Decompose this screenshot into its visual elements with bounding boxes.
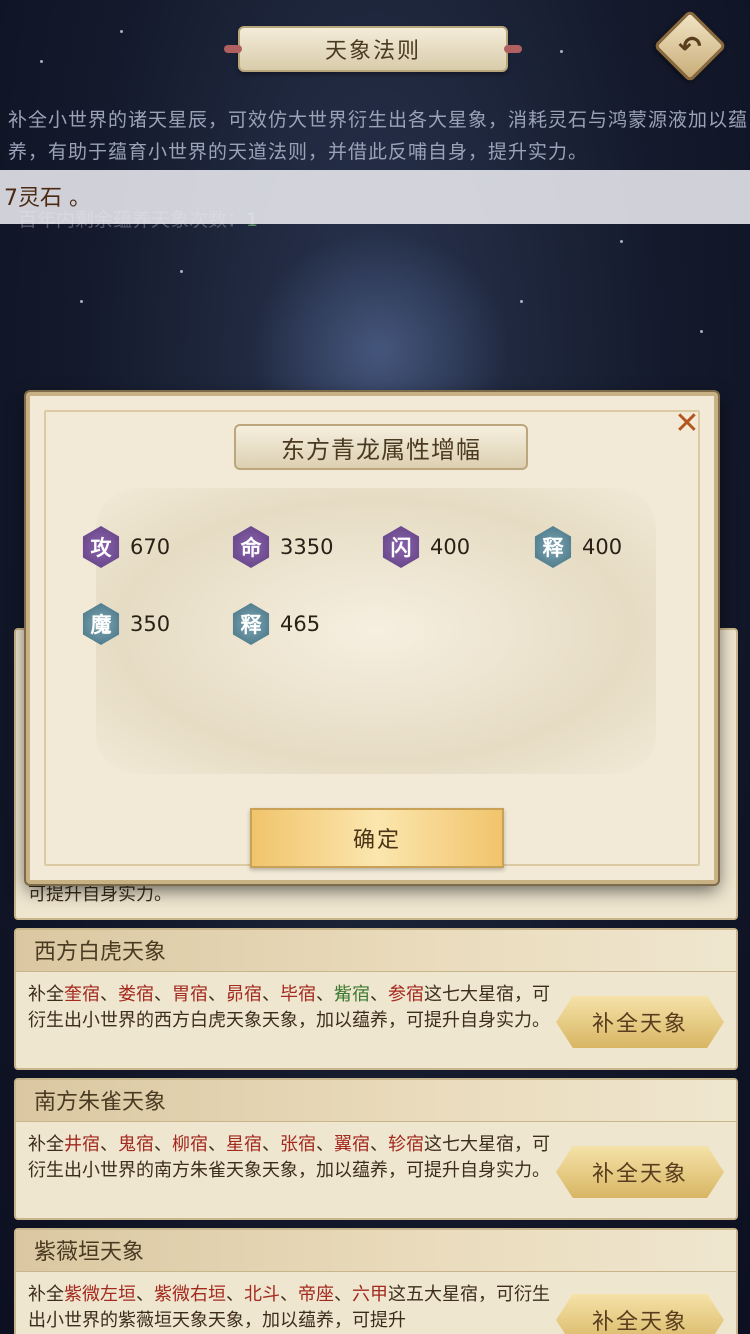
release-icon: 释 [534,526,572,568]
stat-value: 400 [430,535,471,559]
release-icon: 释 [232,603,270,645]
complete-button-ziwei[interactable]: 补全天象 [556,1294,724,1334]
stat-attack: 攻 670 [80,526,170,568]
plaque-knob-left [224,45,242,53]
card-title: 西方白虎天象 [16,930,736,972]
card-west-tiger: 西方白虎天象 补全奎宿、娄宿、胃宿、昴宿、毕宿、觜宿、参宿这七大星宿，可衍生出小… [14,928,738,1070]
tooltip-text: 7灵石 。 [4,186,91,211]
close-x-icon[interactable]: ✕ [672,406,702,441]
life-icon: 命 [232,526,270,568]
dodge-icon: 闪 [382,526,420,568]
stat-release-1: 释 400 [532,526,622,568]
stat-value: 3350 [280,535,334,559]
page-title: 天象法则 [324,39,421,64]
back-button[interactable]: ↶ [653,9,727,83]
magic-icon: 魔 [82,603,120,645]
card-description: 补全奎宿、娄宿、胃宿、昴宿、毕宿、觜宿、参宿这七大星宿，可衍生出小世界的西方白虎… [28,984,550,1031]
card-south-phoenix: 南方朱雀天象 补全井宿、鬼宿、柳宿、星宿、张宿、翼宿、轸宿这七大星宿，可衍生出小… [14,1078,738,1220]
complete-button-south[interactable]: 补全天象 [556,1146,724,1198]
stat-magic: 魔 350 [80,603,170,645]
back-arrow-icon: ↶ [678,29,702,63]
card-description: 补全井宿、鬼宿、柳宿、星宿、张宿、翼宿、轸宿这七大星宿，可衍生出小世界的南方朱雀… [28,1134,550,1181]
card-ziwei: 紫薇垣天象 补全紫微左垣、紫微右垣、北斗、帝座、六甲这五大星宿，可衍生出小世界的… [14,1228,738,1334]
stat-value: 465 [280,612,321,636]
stat-release-2: 释 465 [230,603,320,645]
constellation-figure [250,230,510,400]
attack-icon: 攻 [82,526,120,568]
stat-value: 400 [582,535,623,559]
card-title: 南方朱雀天象 [16,1080,736,1122]
plaque-knob-right [504,45,522,53]
attribute-modal: 东方青龙属性增幅 ✕ 攻 670 命 3350 闪 400 释 400 魔 35… [26,392,718,884]
complete-button-west[interactable]: 补全天象 [556,996,724,1048]
card-description: 补全紫微左垣、紫微右垣、北斗、帝座、六甲这五大星宿，可衍生出小世界的紫薇垣天象天… [28,1284,550,1331]
stat-value: 670 [130,535,171,559]
stat-value: 350 [130,612,171,636]
stat-life: 命 3350 [230,526,333,568]
confirm-button[interactable]: 确定 [250,808,504,868]
page-title-plaque: 天象法则 [224,26,522,72]
tooltip-bar: 7灵石 。 [0,170,750,224]
card-title: 紫薇垣天象 [16,1230,736,1272]
modal-title: 东方青龙属性增幅 [234,424,528,470]
intro-text: 补全小世界的诸天星辰，可效仿大世界衍生出各大星象，消耗灵石与鸿蒙源液加以蕴养，有… [8,109,749,163]
stat-dodge: 闪 400 [380,526,470,568]
